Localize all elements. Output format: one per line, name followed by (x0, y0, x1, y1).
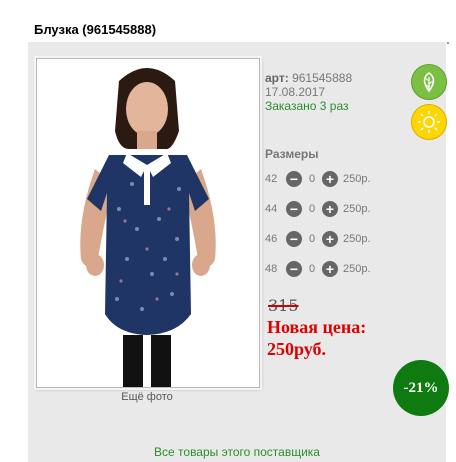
product-date: 17.08.2017 (265, 85, 326, 99)
size-value: 44 (265, 203, 278, 215)
minus-icon[interactable]: − (286, 231, 302, 247)
size-value: 42 (265, 173, 278, 185)
new-price-value: 250руб. (267, 339, 327, 359)
product-photo[interactable] (36, 58, 260, 388)
more-photos-link[interactable]: Ещё фото (36, 391, 258, 403)
product-image (80, 68, 216, 387)
leaf-icon (411, 64, 447, 100)
sun-icon (411, 104, 447, 140)
size-row-42: 42 − 0 + 250р. (265, 170, 371, 188)
supplier-products-link[interactable]: Все товары этого поставщика (28, 445, 446, 459)
new-price-label: Новая цена: (267, 317, 367, 337)
sizes-heading: Размеры (265, 147, 319, 161)
plus-icon[interactable]: + (322, 201, 338, 217)
product-info: арт: 961545888 17.08.2017 Заказано 3 раз (265, 71, 352, 113)
quantity-value[interactable]: 0 (302, 203, 322, 215)
size-value: 48 (265, 263, 278, 275)
quantity-value[interactable]: 0 (302, 263, 322, 275)
size-value: 46 (265, 233, 278, 245)
quantity-value[interactable]: 0 (302, 173, 322, 185)
product-title: Блузка (961545888) (34, 22, 157, 37)
quantity-value[interactable]: 0 (302, 233, 322, 245)
plus-icon[interactable]: + (322, 261, 338, 277)
minus-icon[interactable]: − (286, 171, 302, 187)
size-row-44: 44 − 0 + 250р. (265, 200, 371, 218)
size-row-46: 46 − 0 + 250р. (265, 230, 371, 248)
divider-dot (447, 42, 449, 44)
size-row-48: 48 − 0 + 250р. (265, 260, 371, 278)
size-price: 250р. (343, 203, 371, 215)
size-price: 250р. (343, 173, 371, 185)
new-price-block: Новая цена: 250руб. (267, 316, 366, 360)
discount-badge: -21% (393, 360, 449, 416)
size-price: 250р. (343, 233, 371, 245)
minus-icon[interactable]: − (286, 261, 302, 277)
minus-icon[interactable]: − (286, 201, 302, 217)
ordered-count: Заказано 3 раз (265, 99, 349, 113)
size-price: 250р. (343, 263, 371, 275)
art-label: арт: (265, 71, 289, 85)
old-price: 315 (268, 296, 299, 315)
art-value: 961545888 (292, 71, 353, 85)
plus-icon[interactable]: + (322, 231, 338, 247)
plus-icon[interactable]: + (322, 171, 338, 187)
